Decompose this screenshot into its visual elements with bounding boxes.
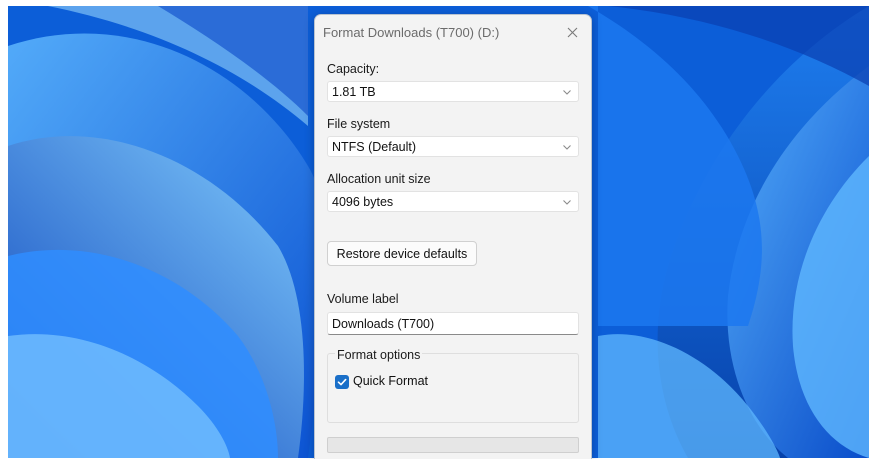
allocation-label: Allocation unit size	[327, 172, 431, 186]
capacity-label: Capacity:	[327, 62, 380, 76]
format-progress-bar	[327, 437, 579, 453]
chevron-down-icon	[563, 90, 571, 95]
quick-format-checkbox[interactable]	[335, 375, 349, 389]
format-options-title: Format options	[335, 348, 423, 362]
format-dialog: Format Downloads (T700) (D:) Capacity: 1…	[314, 14, 592, 459]
check-icon	[337, 378, 347, 386]
capacity-dropdown[interactable]: 1.81 TB	[327, 81, 579, 102]
format-options-group	[327, 353, 579, 423]
chevron-down-icon	[563, 200, 571, 205]
capacity-value: 1.81 TB	[332, 85, 376, 99]
close-button[interactable]	[559, 21, 585, 43]
file-system-label: File system	[327, 117, 391, 131]
volume-label-input[interactable]	[327, 312, 579, 335]
file-system-dropdown[interactable]: NTFS (Default)	[327, 136, 579, 157]
restore-defaults-button[interactable]: Restore device defaults	[327, 241, 477, 266]
volume-label-label: Volume label	[327, 292, 399, 306]
chevron-down-icon	[563, 145, 571, 150]
allocation-dropdown[interactable]: 4096 bytes	[327, 191, 579, 212]
window-title: Format Downloads (T700) (D:)	[323, 25, 500, 40]
file-system-value: NTFS (Default)	[332, 140, 417, 154]
allocation-value: 4096 bytes	[332, 195, 394, 209]
quick-format-label: Quick Format	[353, 374, 429, 388]
close-icon	[567, 27, 577, 37]
title-bar: Format Downloads (T700) (D:)	[315, 15, 591, 49]
